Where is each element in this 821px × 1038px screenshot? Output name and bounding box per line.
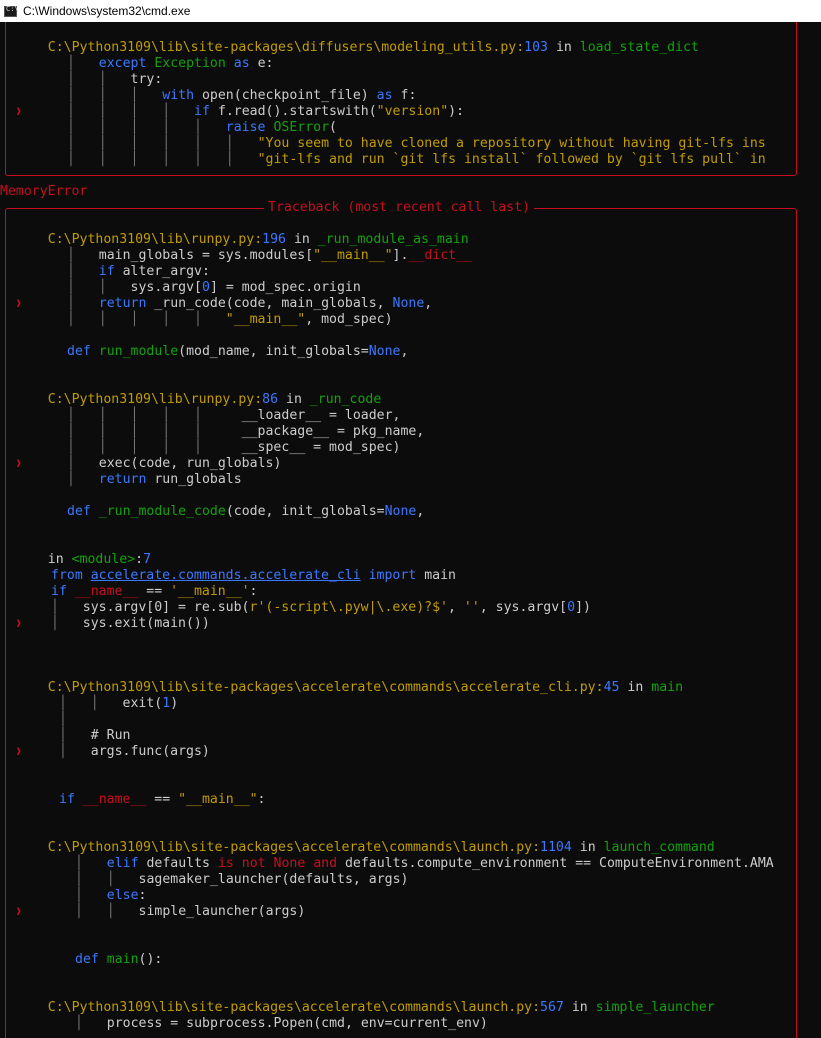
traceback-title: Traceback (most recent call last) bbox=[264, 200, 535, 216]
code-text: │ return run_globals bbox=[67, 472, 242, 487]
code-text: def run_module(mod_name, init_globals=No… bbox=[67, 344, 409, 359]
frame-header: C:\Python3109\lib\runpy.py:86 in _run_co… bbox=[47, 392, 382, 407]
error-line-marker-icon: ❱ bbox=[16, 619, 22, 629]
code-text: │ │ sys.argv[0] = mod_spec.origin bbox=[67, 280, 361, 295]
frame-header: C:\Python3109\lib\site-packages\accelera… bbox=[47, 840, 715, 855]
error-line-marker-icon: ❱ bbox=[16, 747, 22, 757]
code-text: def _run_module_code(code, init_globals=… bbox=[67, 504, 425, 519]
code-text: │ │ │ │ │ __package__ = pkg_name, bbox=[67, 424, 425, 439]
code-text: │ except Exception as e: bbox=[67, 56, 274, 71]
code-text: │ │ │ │ if f.read().startswith("version"… bbox=[67, 104, 465, 119]
window-title: C:\Windows\system32\cmd.exe bbox=[23, 4, 191, 18]
code-text: │ sys.argv[0] = re.sub(r'(-script\.pyw|\… bbox=[51, 600, 591, 615]
code-text: │ sys.exit(main()) bbox=[51, 616, 210, 631]
frame-header: C:\Python3109\lib\runpy.py:196 in _run_m… bbox=[47, 232, 469, 247]
frame-header: C:\Python3109\lib\site-packages\accelera… bbox=[47, 680, 684, 695]
code-text: │ main_globals = sys.modules["__main__"]… bbox=[67, 248, 472, 263]
code-text: │ │ │ │ │ __loader__ = loader, bbox=[67, 408, 401, 423]
code-text: │ process = subprocess.Popen(cmd, env=cu… bbox=[75, 1016, 488, 1031]
code-text: │ │ try: bbox=[67, 72, 163, 87]
window-titlebar: C:\Windows\system32\cmd.exe bbox=[0, 0, 821, 22]
frame-header: C:\Python3109\lib\site-packages\accelera… bbox=[47, 1000, 715, 1015]
code-text: │ │ exit(1) bbox=[59, 696, 179, 711]
code-text: │ │ │ │ │ "__main__", mod_spec) bbox=[67, 312, 393, 327]
error-text: MemoryError bbox=[0, 184, 88, 199]
code-text: def main(): bbox=[75, 952, 163, 967]
frame-header: C:\Python3109\lib\site-packages\diffuser… bbox=[47, 40, 699, 55]
code-text: │ │ simple_launcher(args) bbox=[75, 904, 306, 919]
code-text: │ exec(code, run_globals) bbox=[67, 456, 282, 471]
code-text: │ # Run bbox=[59, 728, 131, 743]
code-text: from accelerate.commands.accelerate_cli … bbox=[51, 568, 456, 583]
code-text: │ if alter_argv: bbox=[67, 264, 210, 279]
code-text: │ │ │ │ │ __spec__ = mod_spec) bbox=[67, 440, 401, 455]
terminal-output[interactable]: C:\Python3109\lib\site-packages\diffuser… bbox=[0, 22, 821, 1038]
error-line-marker-icon: ❱ bbox=[16, 907, 22, 917]
frame-header: in <module>:7 bbox=[47, 552, 152, 567]
code-text: │ return _run_code(code, main_globals, N… bbox=[67, 296, 433, 311]
code-text: │ │ sagemaker_launcher(defaults, args) bbox=[75, 872, 409, 887]
code-text: │ elif defaults is not None and defaults… bbox=[75, 856, 774, 871]
code-text: │ else: bbox=[75, 888, 147, 903]
error-line-marker-icon: ❱ bbox=[16, 299, 22, 309]
code-text: │ │ │ │ │ │ "git-lfs and run `git lfs in… bbox=[67, 152, 766, 167]
code-text: │ │ │ with open(checkpoint_file) as f: bbox=[67, 88, 417, 103]
error-line-marker-icon: ❱ bbox=[16, 107, 22, 117]
code-text: │ args.func(args) bbox=[59, 744, 210, 759]
code-text: │ bbox=[59, 712, 67, 727]
code-text: │ │ │ │ │ │ "You seem to have cloned a r… bbox=[67, 136, 766, 151]
error-line-marker-icon: ❱ bbox=[16, 459, 22, 469]
code-text: if __name__ == '__main__': bbox=[51, 584, 258, 599]
code-text: │ │ │ │ │ raise OSError( bbox=[67, 120, 337, 135]
cmd-icon bbox=[4, 5, 19, 17]
code-text: if __name__ == "__main__": bbox=[59, 792, 266, 807]
